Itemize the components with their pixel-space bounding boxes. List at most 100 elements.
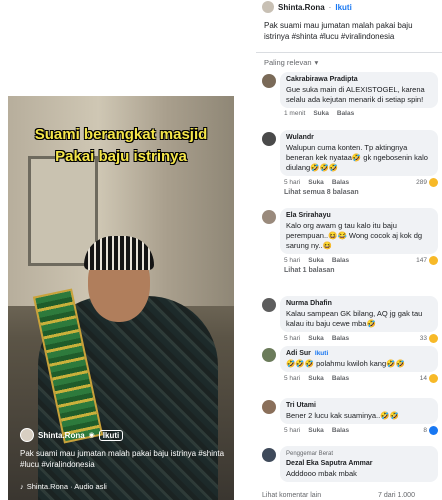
reply-link[interactable]: Balas bbox=[332, 257, 349, 264]
comment-author[interactable]: Ela Srirahayu bbox=[286, 211, 432, 221]
comment-bubble: Ela Srirahayu Kalo org awam g tau kalo i… bbox=[280, 208, 438, 254]
avatar[interactable] bbox=[262, 210, 276, 224]
reaction-count[interactable]: 8 bbox=[423, 426, 438, 435]
video-player[interactable]: Suami berangkat masjid Pakai baju istrin… bbox=[8, 96, 234, 500]
comment-text: Gue suka main di ALEXISTOGEL, karena sel… bbox=[286, 85, 425, 104]
comment-item: Tri Utami Bener 2 lucu kak suaminya..🤣🤣 … bbox=[262, 398, 438, 435]
comment-author[interactable]: Cakrabirawa Pradipta bbox=[286, 75, 432, 85]
comment-bubble: Adi Sur Ikuti 🤣🤣🤣 polahmu kwiloh kang🤣🤣 bbox=[280, 346, 438, 372]
like-link[interactable]: Suka bbox=[313, 110, 329, 117]
follow-link[interactable]: Ikuti bbox=[335, 3, 351, 12]
reply-link[interactable]: Balas bbox=[332, 335, 349, 342]
chevron-down-icon: ▾ bbox=[314, 58, 319, 67]
view-more-comments-link[interactable]: Lihat komentar lain 7 dari 1.000 bbox=[262, 492, 415, 499]
comment-meta: 5 hari Suka Balas 147 bbox=[284, 256, 438, 265]
reaction-count[interactable]: 289 bbox=[416, 178, 438, 187]
video-username[interactable]: Shinta.Rona bbox=[38, 431, 85, 440]
comment-item: Cakrabirawa Pradipta Gue suka main di AL… bbox=[262, 72, 438, 117]
globe-icon: ◉ bbox=[88, 432, 95, 439]
video-user: Shinta.Rona ◉ Ikuti bbox=[20, 428, 124, 442]
comment-time: 5 hari bbox=[284, 335, 301, 342]
comment-author[interactable]: Dezal Eka Saputra Ammar bbox=[286, 459, 432, 469]
haha-reaction-icon bbox=[429, 178, 438, 187]
like-link[interactable]: Suka bbox=[308, 335, 324, 342]
like-link[interactable]: Suka bbox=[308, 257, 324, 264]
author-name[interactable]: Shinta.Rona bbox=[278, 3, 325, 12]
music-icon: ♪ bbox=[20, 482, 24, 491]
view-replies-link[interactable]: Lihat semua 8 balasan bbox=[284, 189, 438, 196]
reply-link[interactable]: Balas bbox=[332, 179, 349, 186]
comment-author-name[interactable]: Adi Sur bbox=[286, 350, 311, 357]
avatar[interactable] bbox=[262, 1, 274, 13]
like-link[interactable]: Suka bbox=[308, 375, 324, 382]
avatar[interactable] bbox=[262, 132, 276, 146]
comment-meta: 5 hari Suka Balas 14 bbox=[284, 374, 438, 383]
post-caption: Pak suami mau jumatan malah pakai baju i… bbox=[264, 21, 413, 41]
comment-meta: 5 hari Suka Balas 289 bbox=[284, 178, 438, 187]
reaction-count[interactable]: 14 bbox=[420, 374, 438, 383]
haha-reaction-icon bbox=[429, 334, 438, 343]
comment-meta: 1 menit Suka Balas bbox=[284, 110, 438, 117]
reactions-count: 289 bbox=[416, 179, 427, 186]
comment-author[interactable]: Wulandr bbox=[286, 133, 432, 143]
comment-item: Wulandr Walupun cuma konten. Tp aktingny… bbox=[262, 130, 438, 196]
post-author: Shinta.Rona · Ikuti bbox=[262, 0, 352, 14]
comment-text: Adddooo mbak mbak bbox=[286, 469, 357, 478]
separator-dot: · bbox=[328, 2, 332, 12]
comment-text: Kalo org awam g tau kalo itu baju peremp… bbox=[286, 221, 423, 250]
comment-item: Ela Srirahayu Kalo org awam g tau kalo i… bbox=[262, 208, 438, 274]
comment-text: Walupun cuma konten. Tp aktingnya benera… bbox=[286, 143, 428, 172]
comment-time: 5 hari bbox=[284, 375, 301, 382]
view-replies-link[interactable]: Lihat 1 balasan bbox=[284, 267, 438, 274]
comment-meta: 5 hari Suka Balas 8 bbox=[284, 426, 438, 435]
reactions-count: 33 bbox=[419, 335, 427, 342]
comment-text: 🤣🤣🤣 polahmu kwiloh kang🤣🤣 bbox=[286, 359, 405, 368]
haha-reaction-icon bbox=[429, 256, 438, 265]
reaction-count[interactable]: 33 bbox=[420, 334, 438, 343]
comment-item: Nurma Dhafin Kalau sampean GK bilang, AQ… bbox=[262, 296, 438, 343]
fan-badge: Penggemar Berat bbox=[286, 451, 334, 457]
video-overlay-title-2: Pakai baju istrinya bbox=[55, 148, 187, 165]
sort-label: Paling relevan bbox=[264, 58, 312, 67]
reaction-count[interactable]: 147 bbox=[416, 256, 438, 265]
follow-link[interactable]: Ikuti bbox=[315, 350, 328, 357]
audio-label: Shinta.Rona · Audio asli bbox=[26, 482, 107, 491]
comment-text: Kalau sampean GK bilang, AQ jg gak tau k… bbox=[286, 309, 423, 328]
comment-author[interactable]: Nurma Dhafin bbox=[286, 299, 432, 309]
avatar[interactable] bbox=[262, 298, 276, 312]
like-link[interactable]: Suka bbox=[308, 179, 324, 186]
comment-time: 5 hari bbox=[284, 179, 301, 186]
reply-link[interactable]: Balas bbox=[332, 427, 349, 434]
video-audio[interactable]: ♪ Shinta.Rona · Audio asli bbox=[20, 482, 107, 491]
comment-bubble: Tri Utami Bener 2 lucu kak suaminya..🤣🤣 bbox=[280, 398, 438, 424]
like-link[interactable]: Suka bbox=[308, 427, 324, 434]
haha-reaction-icon bbox=[429, 374, 438, 383]
comment-bubble: Wulandr Walupun cuma konten. Tp aktingny… bbox=[280, 130, 438, 176]
reply-link[interactable]: Balas bbox=[332, 375, 349, 382]
comment-bubble: Cakrabirawa Pradipta Gue suka main di AL… bbox=[280, 72, 438, 108]
video-caption: Pak suami mau jumatan malah pakai baju i… bbox=[20, 449, 225, 469]
comment-time: 1 menit bbox=[284, 110, 306, 117]
view-more-label: Lihat komentar lain bbox=[262, 492, 322, 499]
reactions-count: 147 bbox=[416, 257, 427, 264]
comment-text: Bener 2 lucu kak suaminya..🤣🤣 bbox=[286, 411, 399, 420]
reactions-count: 14 bbox=[419, 375, 427, 382]
avatar[interactable] bbox=[20, 428, 34, 442]
reply-link[interactable]: Balas bbox=[337, 110, 354, 117]
comment-time: 5 hari bbox=[284, 427, 301, 434]
avatar[interactable] bbox=[262, 348, 276, 362]
comment-author[interactable]: Tri Utami bbox=[286, 401, 432, 411]
comment-author: Adi Sur Ikuti bbox=[286, 349, 432, 359]
comment-bubble: Penggemar Berat Dezal Eka Saputra Ammar … bbox=[280, 446, 438, 482]
comment-time: 5 hari bbox=[284, 257, 301, 264]
like-reaction-icon bbox=[429, 426, 438, 435]
sort-dropdown[interactable]: Paling relevan ▾ bbox=[264, 58, 318, 67]
video-area: Suami berangkat masjid Pakai baju istrin… bbox=[0, 0, 256, 500]
comment-counter: 7 dari 1.000 bbox=[378, 492, 415, 499]
avatar[interactable] bbox=[262, 74, 276, 88]
comment-item: Penggemar Berat Dezal Eka Saputra Ammar … bbox=[262, 446, 438, 482]
avatar[interactable] bbox=[262, 400, 276, 414]
follow-button[interactable]: Ikuti bbox=[98, 429, 124, 441]
video-overlay-title-1: Suami berangkat masjid bbox=[34, 126, 208, 143]
avatar[interactable] bbox=[262, 448, 276, 462]
